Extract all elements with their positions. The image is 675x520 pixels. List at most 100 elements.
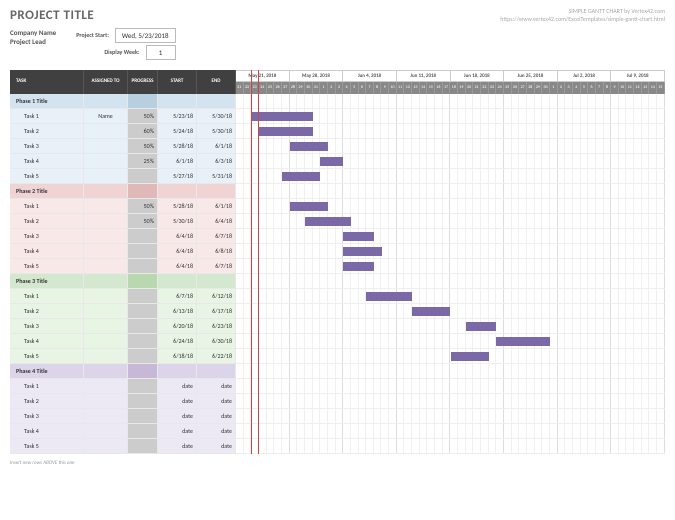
task-end: 6/7/18 — [197, 229, 236, 243]
day-cell: 26 — [512, 82, 520, 94]
gantt-bar[interactable] — [343, 232, 374, 241]
task-row[interactable]: Task 260%5/24/185/30/18 — [10, 124, 236, 139]
task-row[interactable]: Task 5datedate — [10, 439, 236, 454]
display-week-input[interactable]: 1 — [146, 45, 176, 60]
phase-header: Phase 1 Title — [10, 94, 236, 109]
task-row[interactable]: Task 4datedate — [10, 424, 236, 439]
task-row[interactable]: Task 16/7/186/12/18 — [10, 289, 236, 304]
task-progress: 50% — [128, 199, 158, 213]
gantt-bar[interactable] — [412, 307, 450, 316]
task-row[interactable]: Task 1datedate — [10, 379, 236, 394]
task-row[interactable]: Task 36/20/186/23/18 — [10, 319, 236, 334]
task-start: 6/4/18 — [158, 229, 197, 243]
task-row[interactable]: Task 425%6/1/186/3/18 — [10, 154, 236, 169]
task-progress: 50% — [128, 109, 158, 123]
task-end: date — [197, 424, 236, 438]
task-name: Task 5 — [10, 439, 84, 453]
phase-name: Phase 1 Title — [10, 94, 84, 108]
gantt-row — [236, 364, 665, 379]
day-cell: 2 — [558, 82, 566, 94]
task-end: 6/23/18 — [197, 319, 236, 333]
col-start: START — [158, 70, 197, 94]
task-progress — [128, 229, 158, 243]
task-row[interactable]: Task 3datedate — [10, 409, 236, 424]
gantt-row — [236, 109, 665, 124]
gantt-bar[interactable] — [259, 127, 313, 136]
task-row[interactable]: Task 2datedate — [10, 394, 236, 409]
day-cell: 24 — [259, 82, 267, 94]
gantt-bar[interactable] — [305, 217, 351, 226]
day-cell: 21 — [236, 82, 244, 94]
task-start: date — [158, 409, 197, 423]
task-progress — [128, 379, 158, 393]
day-cell: 17 — [443, 82, 451, 94]
day-cell: 26 — [274, 82, 282, 94]
task-end: 5/30/18 — [197, 109, 236, 123]
task-start: 5/27/18 — [158, 169, 197, 183]
task-row[interactable]: Task 150%5/28/186/1/18 — [10, 199, 236, 214]
gantt-bar[interactable] — [320, 157, 343, 166]
task-assigned — [84, 334, 128, 348]
task-row[interactable]: Task 56/4/186/7/18 — [10, 259, 236, 274]
gantt-chart: TASK ASSIGNED TO PROGRESS START END Phas… — [10, 70, 665, 454]
task-end: 5/31/18 — [197, 169, 236, 183]
task-start: 6/24/18 — [158, 334, 197, 348]
task-row[interactable]: Task 36/4/186/7/18 — [10, 229, 236, 244]
gantt-bar[interactable] — [290, 142, 328, 151]
task-progress — [128, 394, 158, 408]
task-assigned — [84, 229, 128, 243]
task-assigned — [84, 259, 128, 273]
task-start: 6/18/18 — [158, 349, 197, 363]
day-cell: 9 — [611, 82, 619, 94]
gantt-row — [236, 184, 665, 199]
task-start: 5/28/18 — [158, 139, 197, 153]
gantt-bar[interactable] — [282, 172, 320, 181]
gantt-bar[interactable] — [290, 202, 328, 211]
gantt-bar[interactable] — [466, 322, 497, 331]
day-cell: 5 — [351, 82, 359, 94]
gantt-bar[interactable] — [251, 112, 312, 121]
task-row[interactable]: Task 55/27/185/31/18 — [10, 169, 236, 184]
task-progress — [128, 319, 158, 333]
day-cell: 8 — [604, 82, 612, 94]
day-cell: 8 — [374, 82, 382, 94]
task-row[interactable]: Task 350%5/28/186/1/18 — [10, 139, 236, 154]
task-row[interactable]: Task 56/18/186/22/18 — [10, 349, 236, 364]
day-cell: 15 — [427, 82, 435, 94]
attr-line2: https://www.vertex42.com/ExcelTemplates/… — [500, 16, 665, 24]
task-assigned — [84, 394, 128, 408]
day-cell: 28 — [527, 82, 535, 94]
task-row[interactable]: Task 1Name50%5/23/185/30/18 — [10, 109, 236, 124]
task-end: 5/30/18 — [197, 124, 236, 138]
day-cell: 11 — [397, 82, 405, 94]
task-assigned — [84, 379, 128, 393]
task-assigned — [84, 304, 128, 318]
col-progress: PROGRESS — [128, 70, 158, 94]
gantt-bar[interactable] — [451, 352, 489, 361]
task-progress — [128, 244, 158, 258]
gantt-bar[interactable] — [496, 337, 550, 346]
task-row[interactable]: Task 250%5/30/186/4/18 — [10, 214, 236, 229]
day-cell: 6 — [588, 82, 596, 94]
timeline: May 21, 2018May 28, 2018Jun 4, 2018Jun 1… — [236, 70, 665, 454]
task-name: Task 1 — [10, 379, 84, 393]
task-name: Task 3 — [10, 139, 84, 153]
task-row[interactable]: Task 26/13/186/17/18 — [10, 304, 236, 319]
gantt-bar[interactable] — [343, 262, 374, 271]
gantt-bar[interactable] — [343, 247, 381, 256]
phase-header: Phase 4 Title — [10, 364, 236, 379]
task-assigned — [84, 244, 128, 258]
task-progress — [128, 259, 158, 273]
task-row[interactable]: Task 46/24/186/30/18 — [10, 334, 236, 349]
day-cell: 29 — [535, 82, 543, 94]
gantt-bar[interactable] — [366, 292, 412, 301]
task-row[interactable]: Task 46/4/186/8/18 — [10, 244, 236, 259]
task-end: 6/7/18 — [197, 259, 236, 273]
project-start-input[interactable]: Wed, 5/23/2018 — [115, 28, 176, 43]
week-cell: Jun 4, 2018 — [343, 70, 397, 82]
task-progress — [128, 304, 158, 318]
task-end: 6/3/18 — [197, 154, 236, 168]
task-assigned — [84, 124, 128, 138]
phase-header: Phase 2 Title — [10, 184, 236, 199]
task-start: 6/4/18 — [158, 259, 197, 273]
